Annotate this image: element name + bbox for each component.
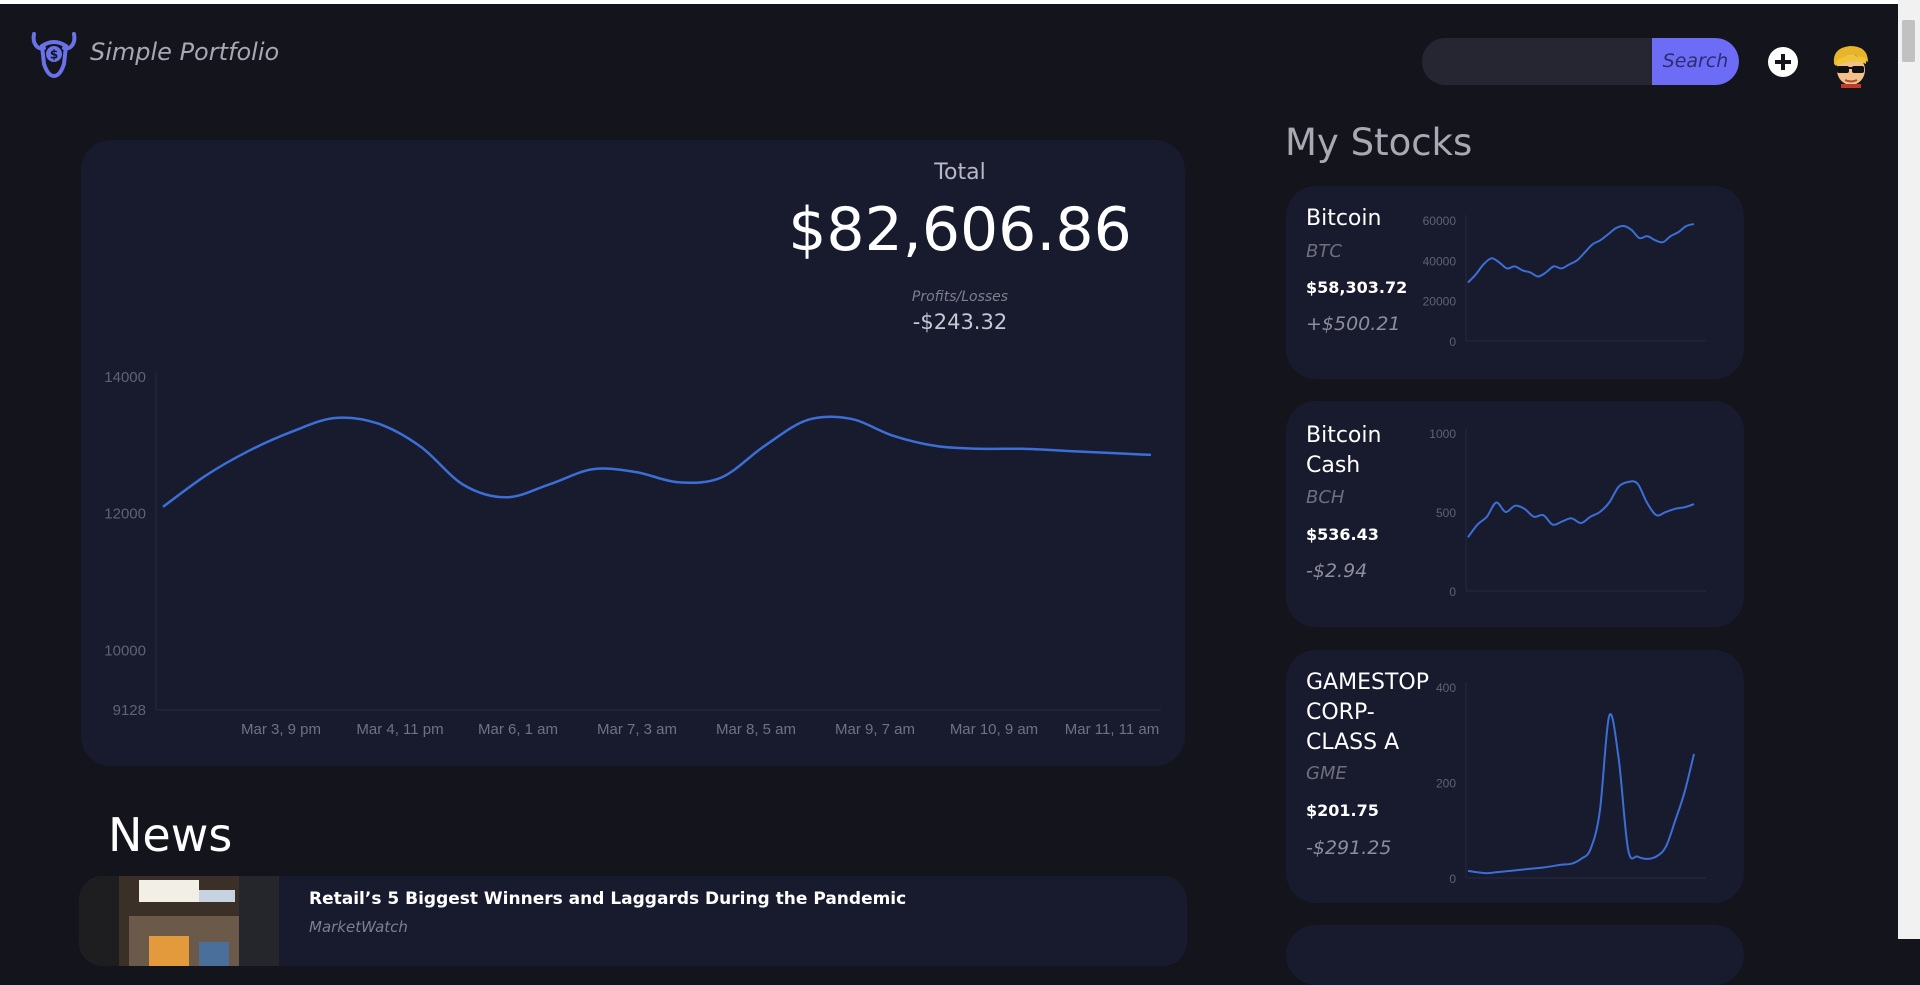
total-label: Total [934, 160, 986, 185]
news-section-title: News [108, 808, 233, 862]
stock-card-gme[interactable]: GAMESTOP CORP-CLASS A GME $201.75 -$291.… [1286, 650, 1744, 903]
news-card[interactable]: Retail’s 5 Biggest Winners and Laggards … [79, 876, 1187, 966]
stock-price: $201.75 [1306, 801, 1379, 820]
series-line [162, 415, 1152, 508]
news-headline[interactable]: Retail’s 5 Biggest Winners and Laggards … [309, 889, 906, 909]
btc-price-chart[interactable]: 0 20000 40000 60000 [1416, 198, 1726, 358]
stock-name: Bitcoin Cash [1306, 423, 1382, 478]
y-tick-label: 200 [1436, 777, 1456, 791]
search-bar: Search [1422, 38, 1739, 85]
stock-card-btc[interactable]: Bitcoin BTC $58,303.72 +$500.21 0 20000 40… [1286, 186, 1744, 379]
x-tick-label: Mar 11, 11 am [1065, 721, 1159, 738]
news-source: MarketWatch [309, 918, 408, 936]
y-tick-label: 10000 [104, 642, 146, 659]
scrollbar-thumb[interactable] [1902, 20, 1915, 62]
stock-card-bch[interactable]: Bitcoin Cash BCH $536.43 -$2.94 0 500 1000 [1286, 401, 1744, 627]
stock-price: $58,303.72 [1306, 278, 1408, 297]
stock-ticker: GME [1306, 763, 1347, 784]
x-tick-label: Mar 8, 5 am [716, 721, 796, 738]
y-tick-label: 1000 [1429, 427, 1456, 441]
y-tick-label: 40000 [1423, 254, 1457, 268]
series-line [1467, 223, 1695, 284]
stock-change: -$2.94 [1306, 560, 1368, 582]
bull-logo-icon[interactable]: $ [30, 30, 78, 80]
x-tick-label: Mar 10, 9 am [950, 721, 1038, 738]
svg-text:$: $ [50, 48, 58, 62]
x-tick-label: Mar 7, 3 am [597, 721, 677, 738]
x-tick-label: Mar 6, 1 am [478, 721, 558, 738]
x-tick-label: Mar 9, 7 am [835, 721, 915, 738]
stock-price: $536.43 [1306, 525, 1379, 544]
my-stocks-title: My Stocks [1285, 121, 1473, 164]
stock-name: Bitcoin [1306, 206, 1382, 231]
search-button[interactable]: Search [1652, 38, 1739, 85]
stock-change: -$291.25 [1306, 837, 1392, 859]
window-top-border [0, 0, 1898, 4]
y-tick-label: 0 [1449, 335, 1456, 349]
y-tick-label: 0 [1449, 872, 1456, 886]
gme-price-chart[interactable]: 0 200 400 [1416, 662, 1726, 887]
series-line [1467, 713, 1695, 875]
avatar-face-icon[interactable] [1828, 42, 1874, 88]
page-scrollbar[interactable] [1898, 0, 1920, 939]
y-tick-label: 400 [1436, 681, 1456, 695]
news-thumbnail-image[interactable] [79, 876, 279, 966]
portfolio-value-chart[interactable]: 9128 10000 12000 14000 Mar 3, 9 pm Mar 4, 11 … [81, 360, 1185, 740]
y-tick-label: 12000 [104, 506, 146, 523]
plus-circle-icon[interactable] [1768, 47, 1798, 77]
bch-price-chart[interactable]: 0 500 1000 [1416, 413, 1726, 603]
stock-ticker: BCH [1306, 487, 1345, 508]
stock-card-partial[interactable] [1286, 925, 1744, 985]
y-tick-label: 60000 [1423, 214, 1457, 228]
series-line [1467, 480, 1695, 538]
stock-name: GAMESTOP CORP-CLASS A [1306, 670, 1429, 755]
y-tick-label: 500 [1436, 506, 1456, 520]
y-tick-label: 0 [1449, 585, 1456, 599]
x-tick-label: Mar 4, 11 pm [356, 721, 443, 738]
stock-ticker: BTC [1306, 241, 1342, 262]
y-tick-label: 20000 [1423, 295, 1457, 309]
search-input[interactable] [1422, 38, 1652, 85]
stock-change: +$500.21 [1306, 313, 1401, 335]
x-tick-label: Mar 3, 9 pm [241, 721, 321, 738]
app-title[interactable]: Simple Portfolio [90, 38, 279, 66]
y-tick-label: 9128 [113, 702, 146, 719]
y-tick-label: 14000 [104, 369, 146, 386]
